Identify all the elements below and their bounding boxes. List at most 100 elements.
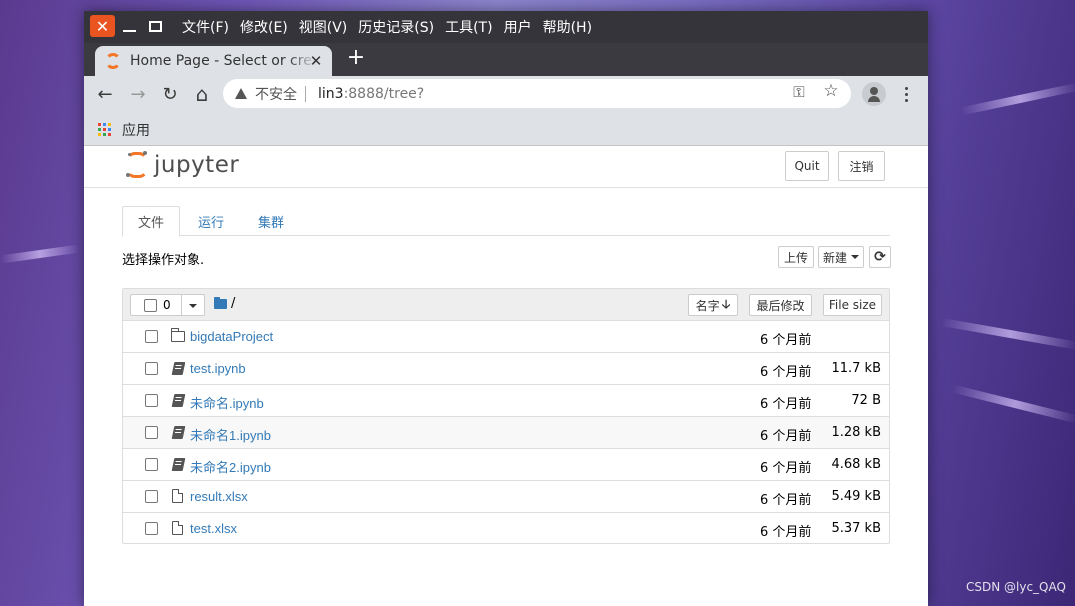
row-checkbox[interactable] (145, 394, 158, 407)
jupyter-logo-icon (126, 151, 148, 179)
group-divider (181, 294, 182, 316)
apps-grid-icon[interactable] (98, 123, 111, 136)
row-checkbox[interactable] (145, 362, 158, 375)
apps-bookmark-label[interactable]: 应用 (122, 120, 150, 140)
folder-icon (171, 328, 185, 342)
home-button[interactable]: ⌂ (190, 82, 214, 106)
row-checkbox[interactable] (145, 458, 158, 471)
wallpaper-streak (960, 82, 1075, 116)
item-name-link[interactable]: test.ipynb (190, 361, 246, 376)
window-minimize-button[interactable] (120, 15, 138, 37)
new-tab-button[interactable]: + (346, 47, 366, 69)
file-row[interactable]: 未命名1.ipynb 6 个月前 1.28 kB (123, 417, 889, 449)
item-modified: 6 个月前 (760, 525, 812, 540)
jupyter-header: jupyter Quit 注销 (84, 146, 928, 188)
quit-button[interactable]: Quit (785, 151, 829, 181)
select-action-label: 选择操作对象. (122, 253, 205, 268)
row-checkbox[interactable] (145, 522, 158, 535)
item-name-link[interactable]: result.xlsx (190, 489, 248, 504)
sort-by-modified-button[interactable]: 最后修改 (749, 294, 812, 316)
tab-running[interactable]: 运行 (183, 206, 239, 236)
file-row[interactable]: test.xlsx 6 个月前 5.37 kB (123, 513, 889, 545)
folder-home-icon[interactable] (214, 299, 227, 309)
breadcrumb[interactable]: / (231, 296, 235, 311)
menu-help[interactable]: 帮助(H) (543, 17, 592, 37)
jupyter-tabs: 文件 运行 集群 (122, 206, 890, 237)
tab-clusters[interactable]: 集群 (243, 206, 299, 236)
notebook-icon (171, 394, 186, 407)
menu-edit[interactable]: 修改(E) (240, 17, 288, 37)
address-bar[interactable]: 不安全 lin3:8888/tree? ⚿ ☆ (223, 79, 851, 108)
item-name-link[interactable]: 未命名2.ipynb (190, 457, 271, 476)
url-path: :8888/tree? (343, 85, 425, 102)
item-modified: 6 个月前 (760, 365, 812, 380)
menubar: 文件(F) 修改(E) 视图(V) 历史记录(S) 工具(T) 用户 帮助(H) (182, 11, 603, 43)
file-row[interactable]: 未命名.ipynb 6 个月前 72 B (123, 385, 889, 417)
forward-button[interactable]: → (126, 82, 150, 106)
key-icon[interactable]: ⚿ (789, 83, 809, 101)
kebab-dot (904, 92, 908, 96)
sort-by-name-button[interactable]: 名字 🡣 (688, 294, 738, 316)
item-modified: 6 个月前 (760, 397, 812, 412)
reload-icon: ↻ (162, 83, 178, 105)
item-size: 4.68 kB (831, 457, 881, 472)
item-name-link[interactable]: 未命名1.ipynb (190, 425, 271, 444)
window-maximize-button[interactable] (146, 15, 164, 37)
reload-button[interactable]: ↻ (158, 82, 182, 106)
select-dropdown-icon[interactable] (189, 304, 197, 308)
item-name-link[interactable]: bigdataProject (190, 329, 273, 344)
item-name-link[interactable]: 未命名.ipynb (190, 393, 264, 412)
window-titlebar: ✕ 文件(F) 修改(E) 视图(V) 历史记录(S) 工具(T) 用户 帮助(… (84, 11, 928, 43)
bookmark-star-icon[interactable]: ☆ (821, 81, 841, 101)
refresh-button[interactable]: ⟳ (869, 246, 891, 268)
file-list: 0 / 名字 🡣 最后修改 File size bigdataProject 6 … (122, 288, 890, 544)
row-checkbox[interactable] (145, 330, 158, 343)
menu-view[interactable]: 视图(V) (299, 17, 348, 37)
item-size: 11.7 kB (831, 361, 881, 376)
wallpaper-streak (950, 384, 1075, 424)
item-size: 5.37 kB (831, 521, 881, 536)
jupyter-logo-text: jupyter (154, 152, 240, 178)
back-arrow-icon: ← (97, 83, 113, 105)
item-size: 5.49 kB (831, 489, 881, 504)
new-dropdown-button[interactable]: 新建 (818, 246, 864, 268)
logout-button[interactable]: 注销 (838, 151, 885, 181)
browser-menu-icon[interactable] (899, 83, 913, 105)
browser-toolbar: ← → ↻ ⌂ 不安全 lin3:8888/tree? ⚿ ☆ (84, 76, 928, 112)
window-close-button[interactable]: ✕ (90, 15, 115, 37)
item-size: 72 B (851, 393, 881, 408)
menu-tools[interactable]: 工具(T) (445, 17, 492, 37)
notebook-icon (171, 362, 186, 375)
file-row[interactable]: test.ipynb 6 个月前 11.7 kB (123, 353, 889, 385)
jupyter-logo[interactable]: jupyter (126, 151, 239, 179)
home-icon: ⌂ (195, 82, 209, 106)
minimize-icon (122, 30, 136, 32)
back-button[interactable]: ← (93, 82, 117, 106)
file-row[interactable]: bigdataProject 6 个月前 (123, 321, 889, 353)
upload-button[interactable]: 上传 (778, 246, 814, 268)
menu-user[interactable]: 用户 (504, 17, 532, 37)
file-row[interactable]: result.xlsx 6 个月前 5.49 kB (123, 481, 889, 513)
browser-tab[interactable]: Home Page - Select or create a notebook … (95, 46, 332, 76)
row-checkbox[interactable] (145, 426, 158, 439)
jupyter-page: jupyter Quit 注销 文件 运行 集群 选择操作对象. 上传 新建 ⟳… (84, 146, 928, 606)
menu-file[interactable]: 文件(F) (182, 17, 229, 37)
csdn-watermark: CSDN @lyc_QAQ (966, 580, 1066, 594)
profile-avatar-icon[interactable] (862, 82, 886, 106)
file-list-header: 0 / 名字 🡣 最后修改 File size (123, 289, 889, 321)
select-all-checkbox[interactable] (144, 299, 157, 312)
security-label: 不安全 (255, 86, 297, 103)
kebab-dot (904, 98, 908, 102)
item-name-link[interactable]: test.xlsx (190, 521, 237, 536)
menu-history[interactable]: 历史记录(S) (358, 17, 434, 37)
sort-name-label: 名字 (695, 298, 720, 313)
file-row[interactable]: 未命名2.ipynb 6 个月前 4.68 kB (123, 449, 889, 481)
tab-files[interactable]: 文件 (122, 206, 181, 237)
url-host: lin3 (318, 85, 344, 102)
folder-home-icon-tab (214, 297, 220, 300)
select-all-group: 0 (130, 294, 205, 316)
tab-close-icon[interactable]: ✕ (308, 52, 324, 70)
forward-arrow-icon: → (130, 83, 146, 105)
row-checkbox[interactable] (145, 490, 158, 503)
sort-by-size-button[interactable]: File size (823, 294, 882, 316)
